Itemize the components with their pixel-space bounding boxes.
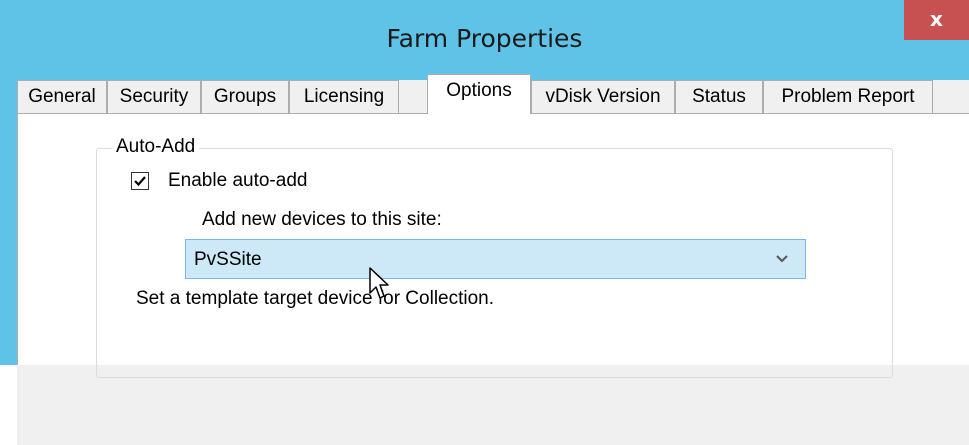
template-target-label: Set a template target device for Collect… [136,288,495,309]
tab-vdisk-version[interactable]: vDisk Version [531,80,675,113]
chevron-down-icon[interactable] [775,254,789,264]
enable-auto-add-label: Enable auto-add [168,170,308,191]
tab-security[interactable]: Security [107,80,201,113]
tab-options[interactable]: Options [427,74,531,114]
close-icon: x [930,7,943,31]
tab-general[interactable]: General [17,80,107,113]
mouse-pointer-icon [369,267,389,299]
checkmark-icon [134,176,146,187]
auto-add-group-label: Auto-Add [112,136,200,158]
enable-auto-add-checkbox[interactable] [131,172,149,190]
title-bar: Farm Properties x [0,0,969,80]
site-dropdown[interactable]: PvSSite [185,239,806,279]
window-title: Farm Properties [386,24,583,53]
tab-problem-report[interactable]: Problem Report [763,80,933,113]
farm-properties-window: Farm Properties x General Security Group… [0,0,969,445]
close-button[interactable]: x [904,0,969,40]
site-dropdown-value: PvSSite [194,249,262,270]
tab-groups[interactable]: Groups [201,80,289,113]
site-prompt-label: Add new devices to this site: [202,209,442,230]
tab-licensing[interactable]: Licensing [289,80,399,113]
tab-status[interactable]: Status [675,80,763,113]
